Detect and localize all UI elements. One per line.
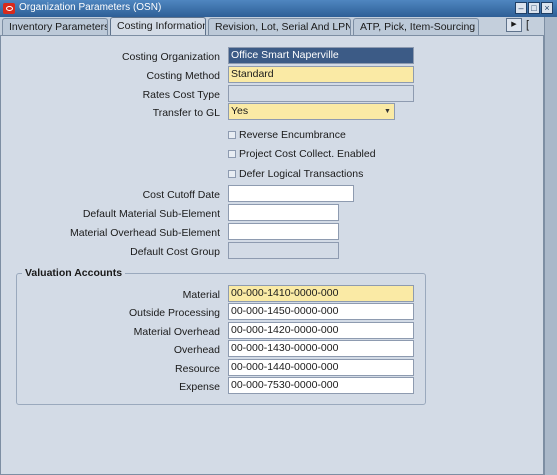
oracle-app-icon xyxy=(3,3,15,14)
material-account-label: Material xyxy=(182,289,220,301)
default-material-sub-element-label: Default Material Sub-Element xyxy=(82,208,220,220)
costing-organization-label: Costing Organization xyxy=(121,51,220,63)
tab-atp-pick-item-sourcing[interactable]: ATP, Pick, Item-Sourcing xyxy=(353,18,479,35)
defer-logical-transactions-label: Defer Logical Transactions xyxy=(239,168,364,180)
chevron-down-icon[interactable]: ▼ xyxy=(382,105,393,118)
outside-processing-account-label: Outside Processing xyxy=(128,307,220,319)
material-overhead-sub-element-field[interactable] xyxy=(228,223,339,240)
checkbox-icon xyxy=(228,131,236,139)
default-cost-group-field[interactable] xyxy=(228,242,339,259)
transfer-to-gl-value: Yes xyxy=(231,105,249,117)
resource-account-field[interactable]: 00-000-1440-0000-000 xyxy=(228,359,414,376)
transfer-to-gl-select[interactable]: Yes ▼ xyxy=(228,103,395,120)
valuation-accounts-title: Valuation Accounts xyxy=(22,267,126,279)
minimize-button[interactable]: – xyxy=(515,2,527,14)
material-overhead-sub-element-label: Material Overhead Sub-Element xyxy=(70,227,220,239)
transfer-to-gl-label: Transfer to GL xyxy=(152,107,220,119)
material-overhead-account-label: Material Overhead xyxy=(133,326,220,338)
overhead-account-field[interactable]: 00-000-1430-0000-000 xyxy=(228,340,414,357)
close-button[interactable]: × xyxy=(541,2,553,14)
tab-costing-information[interactable]: Costing Information xyxy=(110,17,206,35)
costing-method-field[interactable]: Standard xyxy=(228,66,414,83)
material-overhead-account-field[interactable]: 00-000-1420-0000-000 xyxy=(228,322,414,339)
tab-overflow-indicator: [ xyxy=(526,19,530,31)
window-titlebar: Organization Parameters (OSN) – □ × xyxy=(0,0,557,17)
tab-revision-lot-serial-lpn[interactable]: Revision, Lot, Serial And LPN xyxy=(208,18,351,35)
material-account-field[interactable]: 00-000-1410-0000-000 xyxy=(228,285,414,302)
outside-processing-account-field[interactable]: 00-000-1450-0000-000 xyxy=(228,303,414,320)
reverse-encumbrance-checkbox[interactable]: Reverse Encumbrance xyxy=(228,129,346,141)
default-cost-group-label: Default Cost Group xyxy=(130,246,220,258)
costing-method-label: Costing Method xyxy=(146,70,220,82)
project-cost-collect-label: Project Cost Collect. Enabled xyxy=(239,148,376,160)
overhead-account-label: Overhead xyxy=(173,344,220,356)
checkbox-icon xyxy=(228,170,236,178)
tab-inventory-parameters[interactable]: Inventory Parameters xyxy=(2,18,108,35)
costing-organization-field[interactable]: Office Smart Naperville xyxy=(228,47,414,64)
checkbox-icon xyxy=(228,150,236,158)
cost-cutoff-date-label: Cost Cutoff Date xyxy=(142,189,220,201)
rates-cost-type-label: Rates Cost Type xyxy=(142,89,220,101)
window-title: Organization Parameters (OSN) xyxy=(19,2,162,13)
defer-logical-transactions-checkbox[interactable]: Defer Logical Transactions xyxy=(228,168,363,180)
expense-account-field[interactable]: 00-000-7530-0000-000 xyxy=(228,377,414,394)
reverse-encumbrance-label: Reverse Encumbrance xyxy=(239,129,346,141)
tab-scroll-right-icon[interactable]: ▶ xyxy=(506,18,522,32)
vertical-scrollbar[interactable] xyxy=(544,17,557,475)
maximize-button[interactable]: □ xyxy=(528,2,540,14)
cost-cutoff-date-field[interactable] xyxy=(228,185,354,202)
default-material-sub-element-field[interactable] xyxy=(228,204,339,221)
expense-account-label: Expense xyxy=(179,381,220,393)
resource-account-label: Resource xyxy=(175,363,220,375)
rates-cost-type-field[interactable] xyxy=(228,85,414,102)
project-cost-collect-checkbox[interactable]: Project Cost Collect. Enabled xyxy=(228,148,376,160)
tab-strip: Inventory Parameters Costing Information… xyxy=(0,17,557,35)
